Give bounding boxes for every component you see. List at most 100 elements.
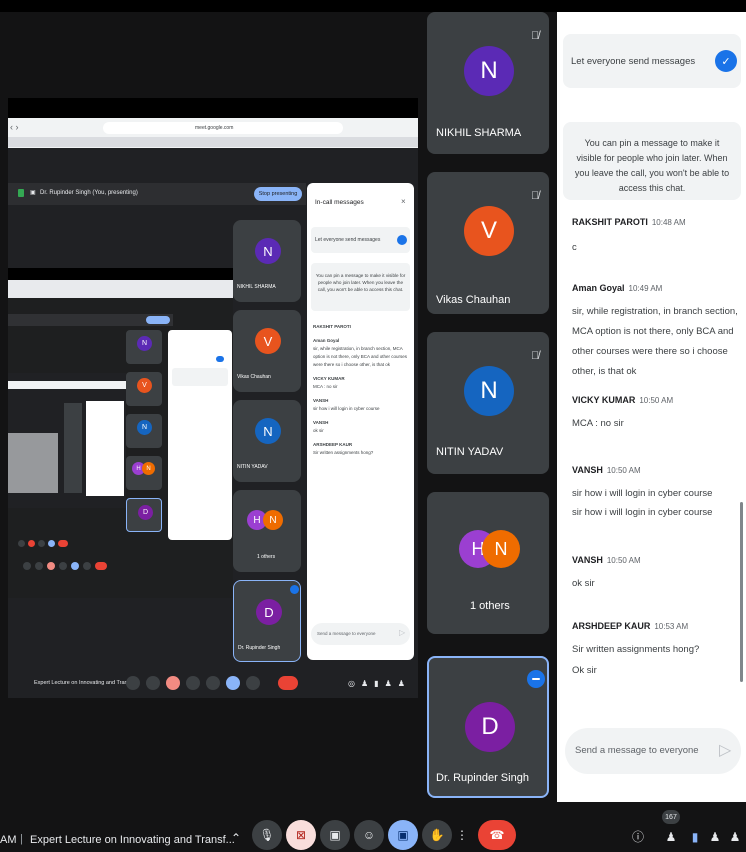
more-options-icon[interactable]: ⋮ xyxy=(454,820,470,850)
info-icon[interactable]: ⓘ xyxy=(626,824,650,848)
chat-scrollbar[interactable] xyxy=(740,502,743,682)
level2-bottom-controls xyxy=(23,560,233,572)
nested-msg-text: sir, while registration, in branch secti… xyxy=(313,346,408,367)
speaking-indicator-icon xyxy=(527,670,545,688)
level2-chat xyxy=(168,330,232,540)
nested-messages: RAKSHIT PAROTI Aman Goyal sir, while regi… xyxy=(313,323,408,457)
people-icon[interactable]: ♟ xyxy=(660,826,682,848)
level2-avatar: V xyxy=(137,378,152,393)
leave-call-button[interactable]: ☎ xyxy=(478,820,516,850)
nested-tabs-strip xyxy=(8,137,418,147)
send-icon[interactable]: ▷ xyxy=(719,740,731,760)
level2-tile-1: N xyxy=(126,330,162,364)
nested-presenting-bar: ▣ Dr. Rupinder Singh (You, presenting) S… xyxy=(8,183,306,205)
mic-button[interactable]: 🎙 xyxy=(252,820,282,850)
nested-chat-title: In-call messages xyxy=(315,199,364,206)
nested-screen-level-3 xyxy=(8,373,126,508)
message-sender: ARSHDEEP KAUR xyxy=(572,621,651,631)
camera-off-button[interactable]: ⊠ xyxy=(286,820,316,850)
nested-chat-placeholder: Send a message to everyone xyxy=(317,631,376,636)
nested-toggle-label: Let everyone send messages xyxy=(315,237,381,243)
others-avatar-n: N xyxy=(482,530,520,568)
others-count: 1 others xyxy=(470,600,510,612)
toggle-label: Let everyone send messages xyxy=(571,56,696,67)
nested-url: meet.google.com xyxy=(195,125,234,131)
nested-presenting-label: Dr. Rupinder Singh (You, presenting) xyxy=(40,190,138,196)
nested-msg-name: VICKY KUMAR xyxy=(313,376,345,381)
present-indicator-icon xyxy=(18,189,24,197)
toggle-switch[interactable]: ✓ xyxy=(715,50,737,72)
present-button[interactable]: ▣ xyxy=(388,820,418,850)
chat-panel: Let everyone send messages ✓ You can pin… xyxy=(557,12,746,802)
nested-meeting-title: Expert Lecture on Innovating and Transf.… xyxy=(34,680,137,686)
tile-nitin-yadav: 🎙̸ N NITIN YADAV xyxy=(427,332,549,474)
level2-stop-button[interactable] xyxy=(146,316,170,324)
nested-msg-name: Aman Goyal xyxy=(313,338,340,343)
nested-speaking-icon xyxy=(290,585,299,594)
nested-tile-name: NITIN YADAV xyxy=(237,464,268,470)
tile-nikhil-sharma: 🎙̸ N NIKHIL SHARMA xyxy=(427,12,549,154)
chat-input[interactable]: Send a message to everyone ▷ xyxy=(565,728,741,774)
stop-presenting-button[interactable]: Stop presenting xyxy=(254,187,302,201)
nested-tile-nitin: N NITIN YADAV xyxy=(233,400,301,482)
shared-screen-topbar xyxy=(8,98,418,118)
nested-chat-panel: In-call messages × Let everyone send mes… xyxy=(307,183,414,660)
chat-message: Aman Goyal 10:49 AM sir, while registrati… xyxy=(572,278,740,382)
level3-screen xyxy=(8,433,58,493)
participant-name: Vikas Chauhan xyxy=(436,294,511,306)
tile-vikas-chauhan: 🎙̸ V Vikas Chauhan xyxy=(427,172,549,314)
nested-tile-nikhil: N NIKHIL SHARMA xyxy=(233,220,301,302)
host-controls-icon[interactable]: ♟ xyxy=(726,826,744,848)
level2-avatar: D xyxy=(138,505,153,520)
message-time: 10:49 AM xyxy=(628,284,663,293)
raise-hand-button[interactable]: ✋ xyxy=(422,820,452,850)
nested-close-icon[interactable]: × xyxy=(401,197,406,206)
message-text: c xyxy=(572,242,577,253)
chat-message: VANSH 10:50 AM ok sir xyxy=(572,550,740,591)
nested-tile-rupinder: D Dr. Rupinder Singh xyxy=(233,580,301,662)
pin-info: You can pin a message to make it visible… xyxy=(563,122,741,200)
level2-browser xyxy=(8,280,233,298)
level2-toggle[interactable] xyxy=(216,356,224,362)
nested-toggle-row: Let everyone send messages xyxy=(311,227,410,253)
back-icon[interactable]: ‹ › xyxy=(10,122,19,132)
participant-name: NIKHIL SHARMA xyxy=(436,127,522,139)
participant-avatar: N xyxy=(464,46,514,96)
nested-screen-level-2: N V N H N D xyxy=(8,268,233,598)
participant-count-badge: 167 xyxy=(662,810,680,824)
bottom-bar: AM | Expert Lecture on Innovating and Tr… xyxy=(0,802,746,850)
nested-avatar: N xyxy=(263,510,283,530)
nested-msg-text: ok sir xyxy=(313,428,324,433)
level2-tile-5: D xyxy=(126,498,162,532)
message-time: 10:48 AM xyxy=(651,218,686,227)
level3-chat xyxy=(86,401,124,496)
nested-send-icon[interactable]: ▷ xyxy=(399,628,405,637)
captions-button[interactable]: ▣ xyxy=(320,820,350,850)
nested-avatar: N xyxy=(255,418,281,444)
nested-chat-input[interactable]: Send a message to everyone ▷ xyxy=(311,623,410,645)
activities-icon[interactable]: ♟ xyxy=(706,826,724,848)
nested-tile-name: 1 others xyxy=(257,554,276,560)
message-sender: VICKY KUMAR xyxy=(572,395,636,405)
nested-msg-name: VANSH xyxy=(313,420,329,425)
nested-right-controls: ◎ ♟ ▮ ♟ ♟ xyxy=(348,679,405,688)
message-time: 10:50 AM xyxy=(606,466,641,475)
level2-present-bar xyxy=(8,314,173,326)
chat-input-placeholder: Send a message to everyone xyxy=(575,745,699,756)
chat-icon[interactable]: ▮ xyxy=(684,826,706,848)
nested-tile-name: Dr. Rupinder Singh xyxy=(238,645,281,651)
emoji-button[interactable]: ☺ xyxy=(354,820,384,850)
participant-name: NITIN YADAV xyxy=(436,446,504,458)
nested-msg-text: MCA : no sir xyxy=(313,384,338,389)
top-black-bar xyxy=(0,0,746,12)
level3-browser xyxy=(8,381,126,389)
nested-msg-name: ARSHDEEP KAUR xyxy=(313,442,353,447)
mic-off-icon: 🎙̸ xyxy=(531,190,540,202)
chat-message: ARSHDEEP KAUR 10:53 AM Sir written assign… xyxy=(572,616,740,678)
message-sender: RAKSHIT PAROTI xyxy=(572,217,648,227)
message-time: 10:53 AM xyxy=(654,622,689,631)
nested-toggle[interactable] xyxy=(397,235,407,245)
participant-avatar: D xyxy=(465,702,515,752)
nested-url-bar[interactable]: meet.google.com xyxy=(103,122,343,134)
more-audio-options-icon[interactable]: ⌃ xyxy=(222,824,250,852)
